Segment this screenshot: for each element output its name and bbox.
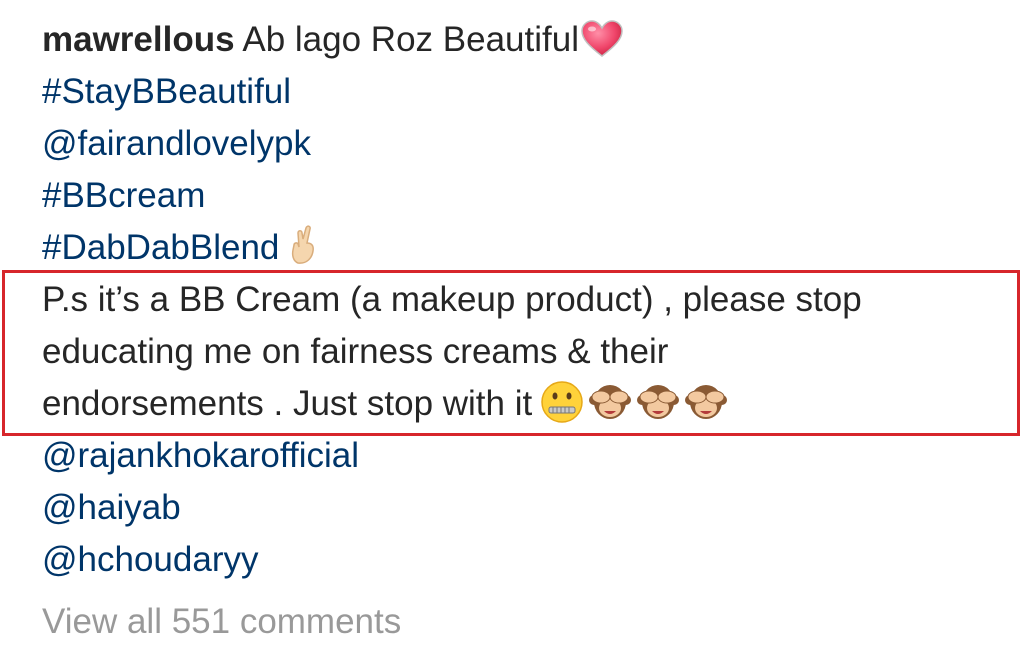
view-all-comments-link[interactable]: View all 551 comments xyxy=(42,596,401,648)
mention-link[interactable]: @rajankhokarofficial xyxy=(42,436,359,475)
caption-first-line: mawrellous Ab lago Roz Beautiful xyxy=(42,14,1012,66)
highlight-box xyxy=(2,270,1020,436)
mention-haiyab[interactable]: @haiyab xyxy=(42,482,1012,534)
hashtag-link[interactable]: #DabDabBlend xyxy=(42,228,279,267)
mention-hchoudaryy[interactable]: @hchoudaryy xyxy=(42,534,1012,586)
crossed-fingers-icon xyxy=(289,225,319,265)
hashtag-dabdabblend[interactable]: #DabDabBlend xyxy=(42,222,1012,274)
mention-link[interactable]: @haiyab xyxy=(42,488,181,527)
mention-rajankhokarofficial[interactable]: @rajankhokarofficial xyxy=(42,430,1012,482)
caption-text: Ab lago Roz Beautiful xyxy=(242,20,579,59)
mention-link[interactable]: @hchoudaryy xyxy=(42,540,258,579)
heart-icon xyxy=(581,19,623,58)
hashtag-stay-bbeautiful[interactable]: #StayBBeautiful xyxy=(42,66,1012,118)
username-link[interactable]: mawrellous xyxy=(42,20,235,59)
hashtag-bbcream[interactable]: #BBcream xyxy=(42,170,1012,222)
hashtag-link[interactable]: #BBcream xyxy=(42,176,205,215)
mention-fairandlovelypk[interactable]: @fairandlovelypk xyxy=(42,118,1012,170)
mention-link[interactable]: @fairandlovelypk xyxy=(42,124,311,163)
hashtag-link[interactable]: #StayBBeautiful xyxy=(42,72,291,111)
